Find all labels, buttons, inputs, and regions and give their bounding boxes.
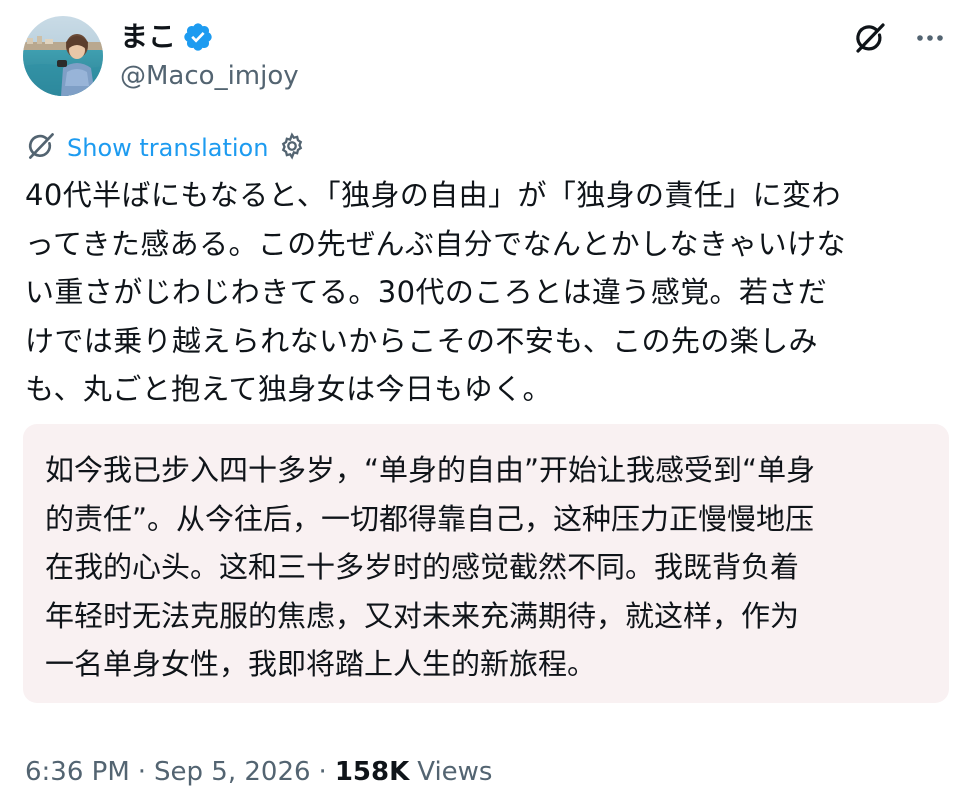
gear-icon[interactable] [278,132,306,164]
translated-text-line: 一名单身女性，我即将踏上人生的新旅程。 [45,647,597,681]
author-handle[interactable]: @Maco_imjoy [120,56,299,96]
tweet-date[interactable]: Sep 5, 2026 [154,750,311,794]
grok-icon [25,130,57,166]
translated-text-line: 如今我已步入四十多岁，“单身的自由”开始让我感受到“单身 [45,453,816,487]
verified-badge-icon[interactable] [182,21,214,53]
translated-text-line: 年轻时无法克服的焦虑，又对未来充满期待，就这样，作为 [45,598,800,633]
grok-icon[interactable] [850,18,890,58]
views-count[interactable]: 158K [335,750,409,794]
translation-box: 如今我已步入四十多岁，“单身的自由”开始让我感受到“单身 的责任”。从今往后，一… [23,424,949,703]
profile-photo [23,16,103,96]
translated-text-line: 的责任”。从今往后，一切都得靠自己，这种压力正慢慢地压 [45,501,815,536]
avatar[interactable] [23,16,103,96]
display-name[interactable]: まこ [120,17,176,57]
show-translation-link[interactable]: Show translation [67,128,268,168]
tweet-text-line: い重さがじわじわきてる。30代のころとは違う感覚。若さだ [25,275,828,309]
tweet-text-line: も、丸ごと抱えて独身女は今日もゆく。 [25,372,552,406]
views-label: Views [417,757,493,787]
tweet-actions-top [850,18,950,58]
tweet-time[interactable]: 6:36 PM [25,750,130,794]
tweet-text-line: けでは乗り越えられないからこその不安も、この先の楽しみ [25,323,818,358]
tweet-text: 40代半ばにもなると、「独身の自由」が「独身の責任」に変わ ってきた感ある。この… [25,171,960,414]
meta-separator: · [137,757,147,787]
tweet-text-line: 40代半ばにもなると、「独身の自由」が「独身の責任」に変わ [25,178,841,212]
tweet-text-line: ってきた感ある。この先ぜんぶ自分でなんとかしなきゃいけな [25,226,846,261]
tweet-meta: 6:36 PM · Sep 5, 2026 · 158K Views [25,750,492,794]
translated-text: 如今我已步入四十多岁，“单身的自由”开始让我感受到“单身 的责任”。从今往后，一… [45,446,935,689]
translation-row: Show translation [25,128,306,168]
author-name-row: まこ [120,17,214,57]
more-icon[interactable] [910,18,950,58]
meta-separator: · [318,757,327,787]
translated-text-line: 在我的心头。这和三十多岁时的感觉截然不同。我既背负着 [45,550,800,584]
